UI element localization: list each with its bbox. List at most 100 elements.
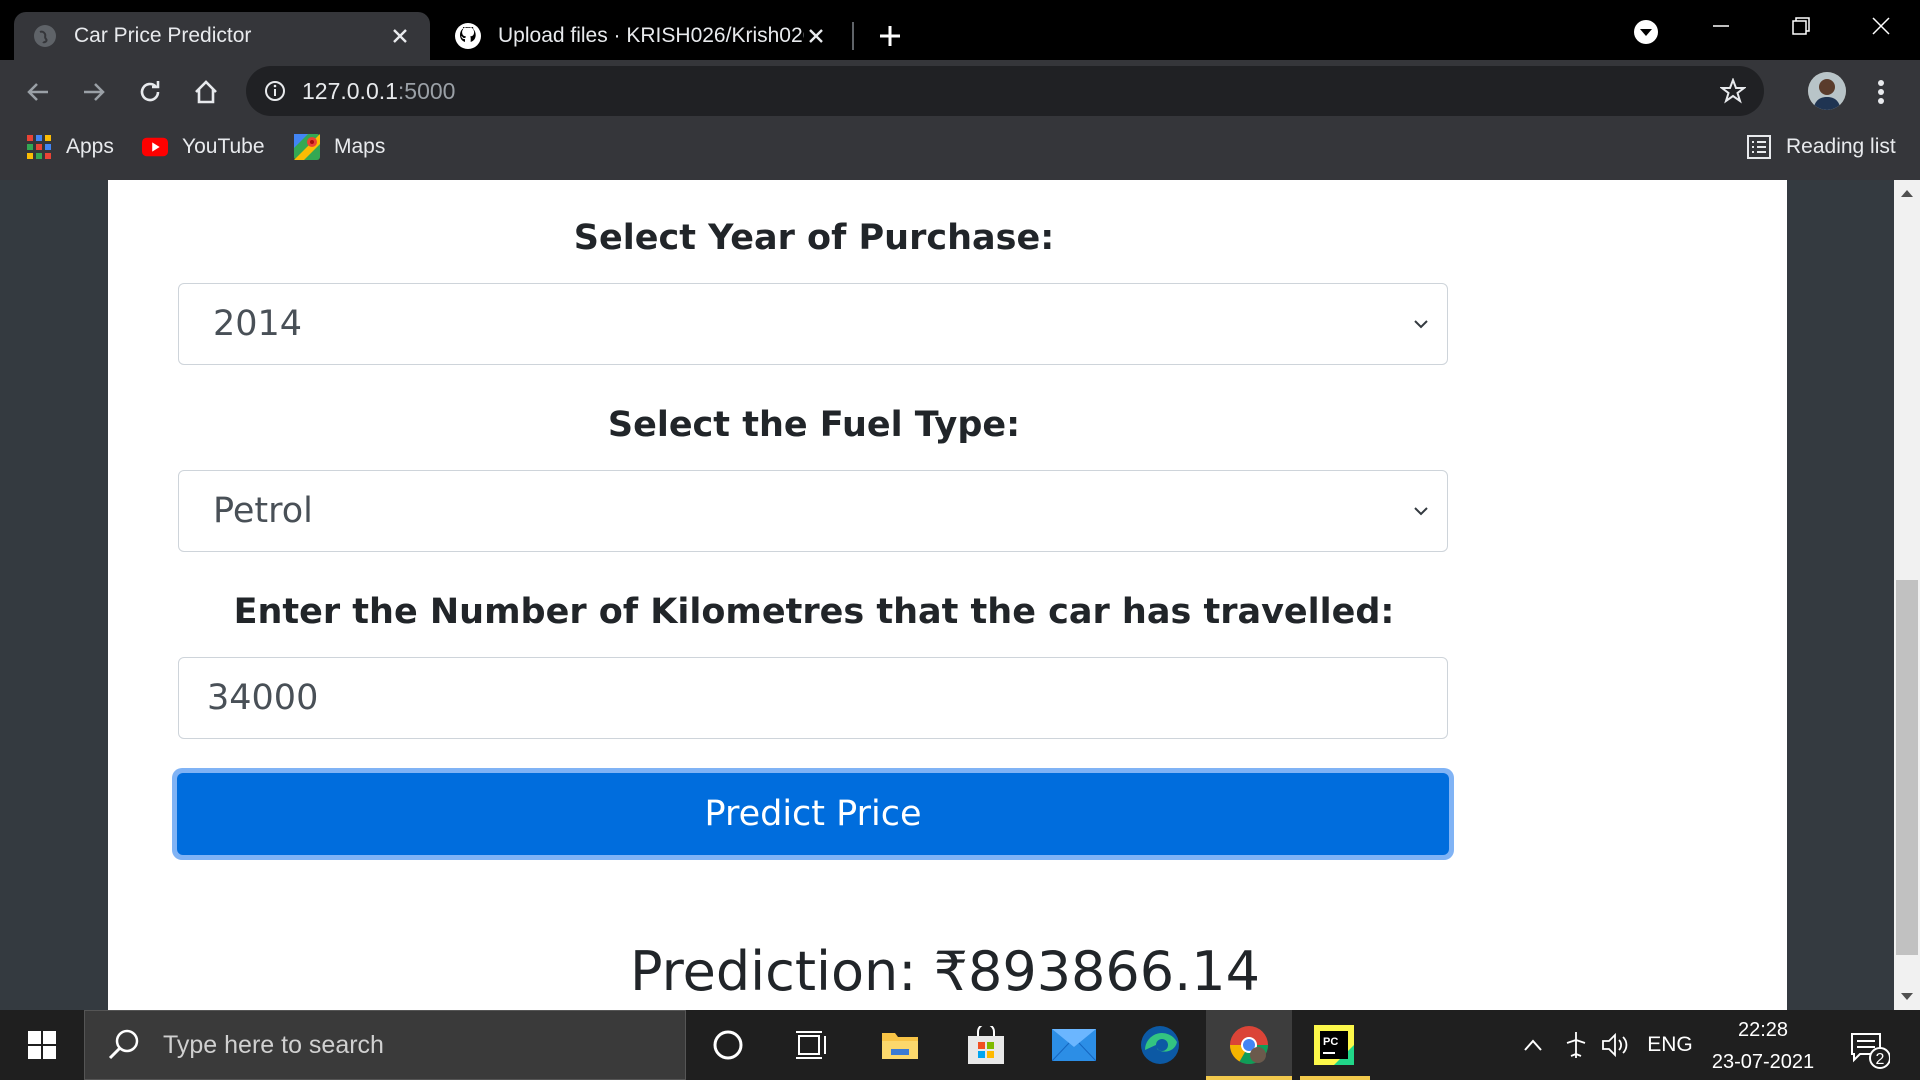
search-icon [108, 1029, 139, 1060]
pycharm-button[interactable]: PC [1292, 1015, 1376, 1075]
url-host: 127.0.0.1 [302, 77, 398, 104]
task-view-button[interactable] [770, 1015, 854, 1075]
reading-list-button[interactable]: Reading list [1746, 128, 1896, 166]
km-input-value: 34000 [207, 678, 319, 718]
clock-time: 22:28 [1737, 1019, 1789, 1041]
task-view-icon [796, 1031, 826, 1059]
year-select[interactable]: 2014 [178, 283, 1448, 365]
cortana-button[interactable] [686, 1015, 770, 1075]
network-status-button[interactable] [1556, 1010, 1596, 1080]
chevron-down-icon [1414, 507, 1428, 516]
predict-price-button[interactable]: Predict Price [172, 768, 1454, 860]
bookmark-apps[interactable]: Apps [26, 128, 114, 166]
bookmark-label: Apps [66, 135, 114, 158]
tab-upload-files[interactable]: Upload files · KRISH026/Krish026 [436, 12, 846, 60]
tab-separator [852, 22, 854, 50]
globe-icon [34, 25, 56, 47]
pycharm-running-indicator [1300, 1076, 1370, 1080]
start-button[interactable] [0, 1010, 84, 1080]
km-input[interactable]: 34000 [178, 657, 1448, 739]
edge-button[interactable] [1118, 1015, 1202, 1075]
file-explorer-icon [882, 1033, 918, 1059]
reload-icon [140, 81, 160, 102]
tab-title: Car Price Predictor [74, 24, 252, 47]
predict-price-label: Predict Price [177, 773, 1449, 855]
year-select-value: 2014 [213, 304, 303, 344]
scroll-up-icon[interactable] [1898, 186, 1916, 200]
bookmark-youtube[interactable]: YouTube [142, 128, 265, 166]
chrome-icon [1230, 1026, 1268, 1065]
pycharm-icon: PC [1314, 1025, 1354, 1065]
minimize-icon [1713, 25, 1729, 27]
chevron-down-circle-icon [1634, 20, 1658, 44]
store-icon [968, 1026, 1004, 1064]
airplane-mode-icon [1566, 1032, 1586, 1058]
url-port: :5000 [397, 77, 456, 104]
scroll-down-icon[interactable] [1898, 990, 1916, 1004]
tab-title: Upload files · KRISH026/Krish026 [498, 24, 804, 47]
reading-list-label: Reading list [1786, 135, 1896, 158]
plus-icon [880, 26, 900, 46]
fuel-select-value: Petrol [213, 491, 313, 531]
notification-center-icon[interactable]: 2 [1846, 1026, 1890, 1070]
speaker-icon [1602, 1032, 1628, 1058]
volume-button[interactable] [1596, 1010, 1636, 1080]
apps-grid-icon [26, 134, 52, 160]
bookmark-star-icon[interactable] [1720, 78, 1746, 104]
restore-button[interactable] [1770, 4, 1832, 48]
reading-list-icon [1746, 134, 1772, 160]
chrome-running-indicator [1206, 1076, 1292, 1080]
bookmark-label: YouTube [182, 135, 265, 158]
notification-count: 2 [1876, 1051, 1885, 1068]
maps-icon [294, 134, 320, 160]
info-icon[interactable] [264, 80, 286, 102]
tab-car-price-predictor[interactable]: Car Price Predictor [14, 12, 430, 60]
arrow-right-icon [84, 83, 105, 101]
close-tab-icon[interactable] [804, 24, 828, 48]
taskbar-clock[interactable]: 22:28 23-07-2021 [1690, 1014, 1836, 1078]
browser-menu-button[interactable] [1866, 74, 1896, 110]
bookmark-label: Maps [334, 135, 386, 158]
bookmark-maps[interactable]: Maps [294, 128, 385, 166]
restore-icon [1792, 17, 1810, 35]
tab-search-button[interactable] [1628, 14, 1664, 50]
new-tab-button[interactable] [868, 14, 912, 58]
mail-button[interactable] [1032, 1015, 1116, 1075]
minimize-button[interactable] [1690, 4, 1752, 48]
mail-icon [1052, 1029, 1096, 1061]
close-window-button[interactable] [1850, 4, 1912, 48]
github-icon [455, 23, 481, 49]
arrow-left-icon [27, 83, 48, 101]
year-label: Select Year of Purchase: [573, 218, 1055, 258]
url-text: 127.0.0.1:5000 [302, 78, 455, 105]
fuel-select[interactable]: Petrol [178, 470, 1448, 552]
address-bar[interactable]: 127.0.0.1:5000 [246, 66, 1764, 116]
show-hidden-icons-button[interactable] [1516, 1010, 1550, 1080]
scrollbar-thumb[interactable] [1896, 580, 1918, 955]
windows-logo-icon [28, 1031, 56, 1059]
youtube-icon [142, 134, 168, 160]
more-vertical-icon [1878, 80, 1884, 104]
svg-text:PC: PC [1323, 1036, 1338, 1048]
close-tab-icon[interactable] [388, 24, 412, 48]
edge-icon [1141, 1026, 1179, 1064]
chevron-down-icon [1414, 320, 1428, 329]
store-button[interactable] [944, 1015, 1028, 1075]
user-avatar-icon [1808, 72, 1846, 110]
prediction-result: Prediction: ₹893866.14 [630, 940, 1260, 1003]
file-explorer-button[interactable] [858, 1015, 942, 1075]
home-icon [195, 80, 217, 104]
taskbar-search-box[interactable]: Type here to search [84, 1010, 686, 1080]
chrome-button[interactable] [1207, 1015, 1291, 1075]
forward-button[interactable] [74, 72, 114, 112]
fuel-label: Select the Fuel Type: [607, 405, 1021, 445]
profile-avatar[interactable] [1808, 72, 1846, 110]
back-button[interactable] [18, 72, 58, 112]
clock-date: 23-07-2021 [1711, 1051, 1815, 1073]
close-icon [1872, 17, 1890, 35]
reload-button[interactable] [130, 72, 170, 112]
km-label: Enter the Number of Kilometres that the … [233, 592, 1395, 632]
search-placeholder: Type here to search [163, 1030, 384, 1059]
chevron-up-icon [1524, 1039, 1542, 1051]
home-button[interactable] [186, 72, 226, 112]
